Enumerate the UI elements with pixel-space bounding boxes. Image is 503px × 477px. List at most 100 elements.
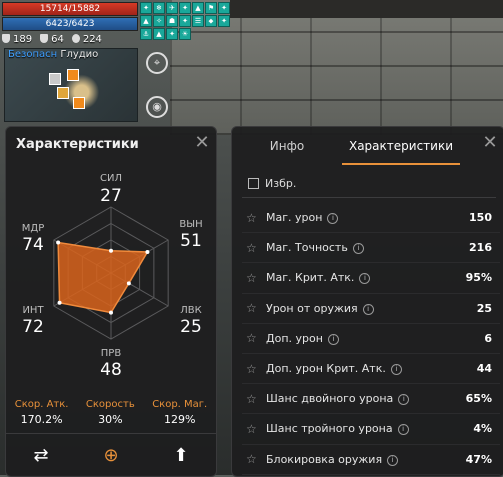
info-icon[interactable]: i (362, 303, 374, 315)
radar-point (145, 249, 150, 254)
stat-value: 150 (469, 211, 492, 225)
buff-icon[interactable]: ⬥ (205, 15, 217, 27)
buff-icon[interactable]: ✦ (140, 2, 152, 14)
stat-row: ☆ Блокировка оружия i 47% (242, 445, 500, 475)
location-label: Безопасн Глудио (8, 49, 99, 60)
zoom-icon[interactable]: ⊕ (76, 434, 146, 476)
radar-point (109, 248, 113, 253)
favorite-star-icon[interactable]: ☆ (246, 331, 262, 345)
favorite-star-icon[interactable]: ☆ (246, 392, 262, 406)
stat-row: ☆ Урон от оружия i 25 (242, 294, 500, 324)
buff-icon[interactable]: ▲ (153, 28, 165, 40)
panel-title: Характеристики (16, 137, 139, 152)
favorite-star-icon[interactable]: ☆ (246, 211, 262, 225)
stat-name: Шанс двойного урона i (266, 392, 452, 406)
buff-icon[interactable]: ✦ (166, 28, 178, 40)
speed-stats: Скор. Атк. 170.2% Скорость 30% Скор. Маг. 1… (6, 399, 216, 426)
stat-value: 44 (476, 362, 492, 376)
stat-int-value: 72 (22, 317, 44, 337)
stat-wit-value: 48 (100, 360, 122, 380)
stat-value: 95% (465, 271, 492, 285)
buff-icon[interactable]: ☗ (166, 15, 178, 27)
radar-stat-shape (57, 241, 149, 314)
cast-speed: Скор. Маг. 129% (152, 399, 208, 426)
background-top (230, 0, 503, 18)
favorite-star-icon[interactable]: ☆ (246, 362, 262, 376)
info-icon[interactable]: i (398, 394, 410, 406)
stat-name: Шанс тройного урона i (266, 422, 452, 436)
buff-icon[interactable]: ☀ (179, 28, 191, 40)
stat-row: ☆ Маг. Точность i 216 (242, 233, 500, 264)
character-stats-panel: Характеристики ✕ СИЛ 27 ВЫН 51 ЛВК 25 ПР… (5, 126, 217, 477)
count-3: 224 (71, 34, 102, 45)
swap-icon[interactable]: ⇄ (6, 434, 76, 476)
map-marker-icon[interactable] (49, 73, 61, 85)
info-icon[interactable]: i (387, 454, 399, 466)
waypoint-icon[interactable]: ⌖ (146, 52, 168, 74)
favorite-star-icon[interactable]: ☆ (246, 241, 262, 255)
player-location-icon[interactable]: ◉ (146, 96, 168, 118)
favorite-star-icon[interactable]: ☆ (246, 422, 262, 436)
tab-bar: Инфо Характеристики (232, 127, 503, 165)
info-icon[interactable]: i (359, 273, 371, 285)
stat-con-label: ВЫН (179, 219, 203, 230)
favorite-star-icon[interactable]: ☆ (246, 452, 262, 466)
buff-icon[interactable]: ✈ (166, 2, 178, 14)
stat-row: ☆ Шанс тройного урона i 4% (242, 414, 500, 445)
buff-icon[interactable]: ☰ (192, 15, 204, 27)
favorite-star-icon[interactable]: ☆ (246, 301, 262, 315)
stat-dex-value: 25 (180, 317, 202, 337)
stats-list: ☆ Маг. урон i 150 ☆ Маг. Точность i 216 ☆ Маг. Кр… (242, 203, 500, 475)
detailed-stats-panel: Инфо Характеристики ✕ Избр. ☆ Маг. урон i 1… (231, 126, 503, 477)
stat-men-label: МДР (21, 223, 45, 234)
stat-dex-label: ЛВК (180, 305, 202, 316)
stat-value: 4% (473, 422, 492, 436)
buff-icon[interactable]: ⚓ (140, 28, 152, 40)
map-marker-icon[interactable] (67, 69, 79, 81)
favorite-star-icon[interactable]: ☆ (246, 271, 262, 285)
stat-row: ☆ Маг. Крит. Атк. i 95% (242, 263, 500, 294)
buff-icon[interactable]: ✦ (179, 15, 191, 27)
stat-row: ☆ Маг. урон i 150 (242, 203, 500, 234)
buff-icon[interactable]: ❄ (153, 2, 165, 14)
stat-int-label: ИНТ (22, 305, 44, 316)
tab-characteristics[interactable]: Характеристики (342, 127, 460, 165)
divider (242, 197, 496, 198)
minimap[interactable]: Безопасн Глудио (4, 48, 138, 122)
hp-bar: 15714/15882 (2, 2, 138, 16)
shield-icon (40, 34, 49, 43)
stat-name: Доп. урон i (266, 332, 452, 345)
info-icon[interactable]: i (352, 243, 364, 255)
buff-icon[interactable]: ▲ (192, 2, 204, 14)
radar-point (126, 281, 131, 286)
close-icon[interactable]: ✕ (194, 134, 210, 152)
info-icon[interactable]: i (397, 424, 409, 436)
stat-value: 6 (484, 331, 492, 345)
buff-icon[interactable]: ✦ (218, 2, 230, 14)
map-marker-icon[interactable] (73, 97, 85, 109)
favorites-label: Избр. (265, 177, 297, 190)
shield-icon (2, 34, 10, 43)
buff-icon[interactable]: ✦ (179, 2, 191, 14)
stat-row: ☆ Доп. урон i 6 (242, 324, 500, 354)
tab-info[interactable]: Инфо (232, 127, 342, 165)
stat-value: 25 (476, 301, 492, 315)
stat-name: Маг. Точность i (266, 241, 452, 255)
stat-men-value: 74 (22, 235, 44, 255)
stat-con-value: 51 (180, 231, 202, 251)
info-icon[interactable]: i (390, 364, 402, 376)
info-icon[interactable]: i (327, 333, 339, 345)
hud-counts: 189 64 224 (2, 34, 138, 45)
buff-icon[interactable]: ▲ (140, 15, 152, 27)
upgrade-arrow-icon[interactable]: ⬆ (146, 434, 216, 476)
buff-icon[interactable]: ✧ (153, 15, 165, 27)
buff-icon[interactable]: ⚑ (205, 2, 217, 14)
map-marker-icon[interactable] (57, 87, 69, 99)
favorites-filter[interactable]: Избр. (248, 177, 296, 190)
info-icon[interactable]: i (327, 213, 339, 225)
attack-speed: Скор. Атк. 170.2% (14, 399, 69, 426)
close-icon[interactable]: ✕ (482, 134, 498, 152)
stat-name: Блокировка оружия i (266, 453, 452, 466)
favorites-checkbox[interactable] (248, 178, 259, 189)
buff-icon[interactable]: ✦ (218, 15, 230, 27)
